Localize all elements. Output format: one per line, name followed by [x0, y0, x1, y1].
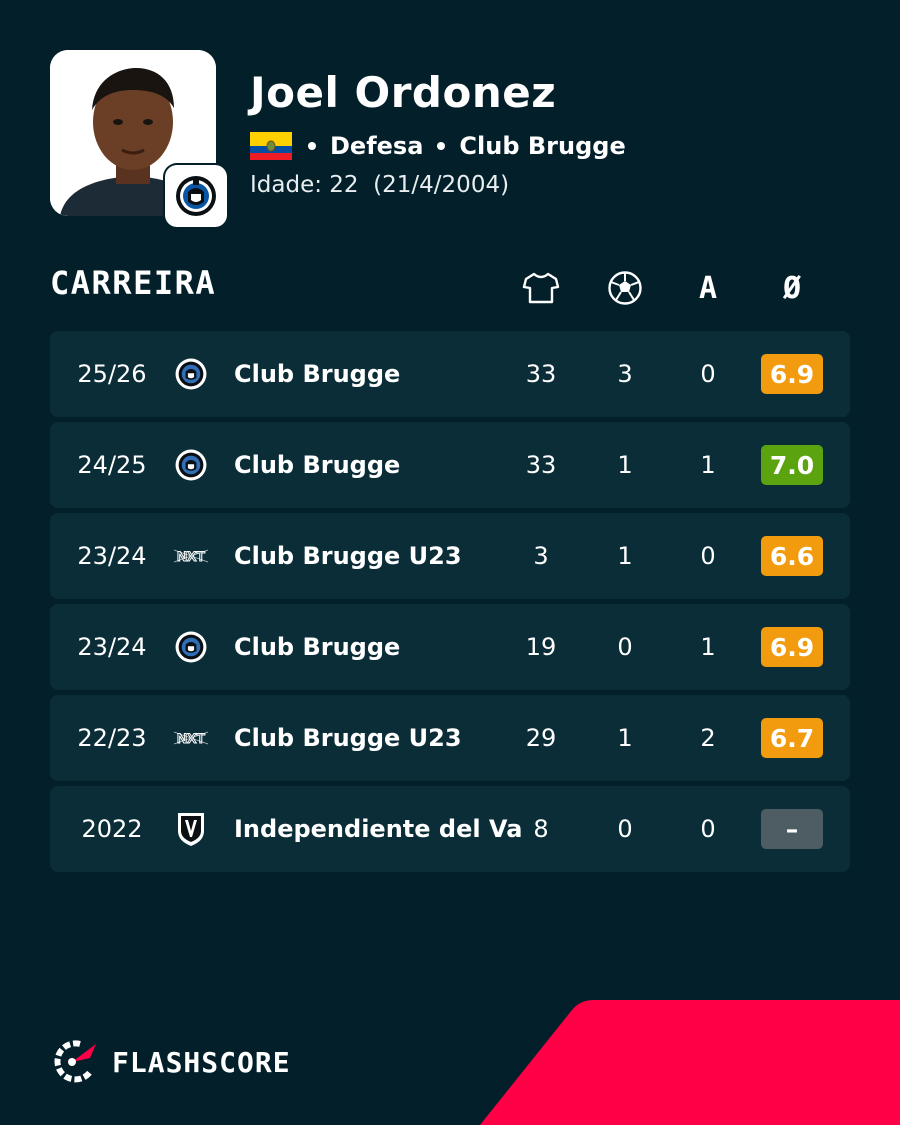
- rating-badge: 6.9: [761, 627, 823, 667]
- club-brugge-logo-icon: [170, 422, 212, 508]
- goals: 0: [617, 815, 633, 843]
- rating-badge: 6.6: [761, 536, 823, 576]
- rating-badge: 6.9: [761, 354, 823, 394]
- season: 2022: [81, 815, 143, 843]
- player-age: Idade: 22 (21/4/2004): [250, 172, 510, 198]
- club-brugge-logo-icon: [176, 176, 216, 216]
- appearances: 3: [533, 542, 549, 570]
- assists: 0: [700, 360, 716, 388]
- career-row[interactable]: 23/24 NXT Club Brugge U23 3 1 0 6.6: [50, 513, 850, 599]
- club-name: Club Brugge: [234, 451, 401, 479]
- rating-badge: 6.7: [761, 718, 823, 758]
- club-brugge-logo-icon: [170, 331, 212, 417]
- assists: 2: [700, 724, 716, 752]
- club-brugge-logo-icon: [170, 604, 212, 690]
- career-row[interactable]: 24/25 Club Brugge 33 1 1 7.0: [50, 422, 850, 508]
- assists: 1: [700, 633, 716, 661]
- flashscore-brand: FLASHSCORE: [50, 1040, 291, 1084]
- goals: 0: [617, 633, 633, 661]
- career-title: CARREIRA: [50, 264, 217, 302]
- rating-column-head: Ø: [782, 270, 802, 306]
- club-brugge-badge: [165, 165, 227, 227]
- player-name: Joel Ordonez: [250, 68, 557, 117]
- footer-accent-shape: [480, 1000, 900, 1125]
- season: 23/24: [77, 633, 147, 661]
- player-meta: Defesa Club Brugge: [250, 130, 626, 162]
- appearances-column-head: [511, 268, 571, 308]
- appearances: 19: [525, 633, 557, 661]
- football-icon: [608, 271, 642, 305]
- assists: 1: [700, 451, 716, 479]
- club-nxt-logo-icon: NXT: [170, 695, 212, 781]
- brand-name: FLASHSCORE: [112, 1045, 291, 1079]
- career-row[interactable]: 23/24 Club Brugge 19 0 1 6.9: [50, 604, 850, 690]
- separator-dot: [437, 142, 446, 150]
- separator-dot: [308, 142, 316, 150]
- rating-cell: –: [761, 786, 823, 872]
- club-name: Club Brugge: [234, 633, 401, 661]
- appearances: 29: [525, 724, 557, 752]
- goals: 1: [617, 542, 633, 570]
- career-row[interactable]: 22/23 NXT Club Brugge U23 29 1 2 6.7: [50, 695, 850, 781]
- goals: 3: [617, 360, 633, 388]
- club-name: Club Brugge: [234, 360, 401, 388]
- club-name: Club Brugge U23: [234, 724, 462, 752]
- goals-column-head: [595, 268, 655, 308]
- club-name: Club Brugge U23: [234, 542, 462, 570]
- independiente-del-valle-logo-icon: [170, 786, 212, 872]
- player-header: Joel Ordonez Defesa Club Brugge Idade: 2…: [50, 50, 850, 230]
- season: 22/23: [77, 724, 147, 752]
- flashscore-logo-icon: [54, 1040, 96, 1083]
- goals: 1: [617, 724, 633, 752]
- appearances: 33: [525, 451, 557, 479]
- season: 25/26: [77, 360, 147, 388]
- rating-cell: 6.6: [761, 513, 823, 599]
- player-position: Defesa: [330, 132, 424, 160]
- rating-cell: 6.9: [761, 604, 823, 690]
- season: 24/25: [77, 451, 147, 479]
- career-row[interactable]: 25/26 Club Brugge 33 3 0 6.9: [50, 331, 850, 417]
- rating-cell: 7.0: [761, 422, 823, 508]
- club-name: Independiente del Va: [234, 815, 523, 843]
- assists-column-head: A: [698, 270, 718, 306]
- assists: 0: [700, 815, 716, 843]
- rating-badge: 7.0: [761, 445, 823, 485]
- rating-badge: –: [761, 809, 823, 849]
- rating-cell: 6.7: [761, 695, 823, 781]
- assists: 0: [700, 542, 716, 570]
- season: 23/24: [77, 542, 147, 570]
- appearances: 8: [533, 815, 549, 843]
- goals: 1: [617, 451, 633, 479]
- career-table: 25/26 Club Brugge 33 3 0 6.9 24/25 Club Brugge 3…: [50, 331, 850, 877]
- appearances: 33: [525, 360, 557, 388]
- shirt-icon: [522, 272, 560, 304]
- player-club: Club Brugge: [459, 132, 626, 160]
- ecuador-flag-icon: [250, 132, 292, 160]
- rating-cell: 6.9: [761, 331, 823, 417]
- club-nxt-logo-icon: NXT: [170, 513, 212, 599]
- career-row[interactable]: 2022 Independiente del Va 8 0 0 –: [50, 786, 850, 872]
